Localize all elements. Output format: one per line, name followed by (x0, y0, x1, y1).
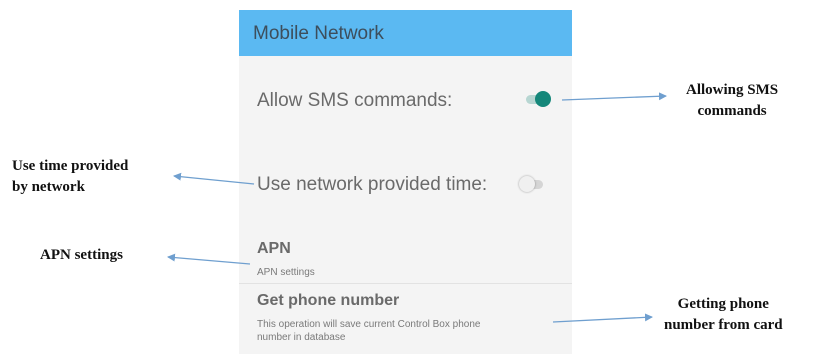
annotation-line: by network (12, 179, 85, 195)
annotation-use-time: Use time provided by network (12, 156, 128, 198)
annotation-line: commands (697, 103, 767, 119)
annotation-line: number from card (664, 317, 783, 333)
annotation-getting-phone: Getting phone number from card (664, 294, 783, 336)
arrow-use-time (173, 172, 255, 185)
arrow-apn-settings (167, 253, 251, 265)
arrow-getting-phone (552, 313, 653, 323)
annotation-allowing-sms: Allowing SMS commands (686, 80, 778, 122)
annotation-apn-settings: APN settings (40, 247, 123, 263)
arrow-allowing-sms (561, 92, 667, 101)
annotation-line: Getting phone (677, 296, 769, 312)
annotation-line: Allowing SMS (686, 82, 779, 98)
annotation-line: Use time provided (12, 158, 129, 174)
